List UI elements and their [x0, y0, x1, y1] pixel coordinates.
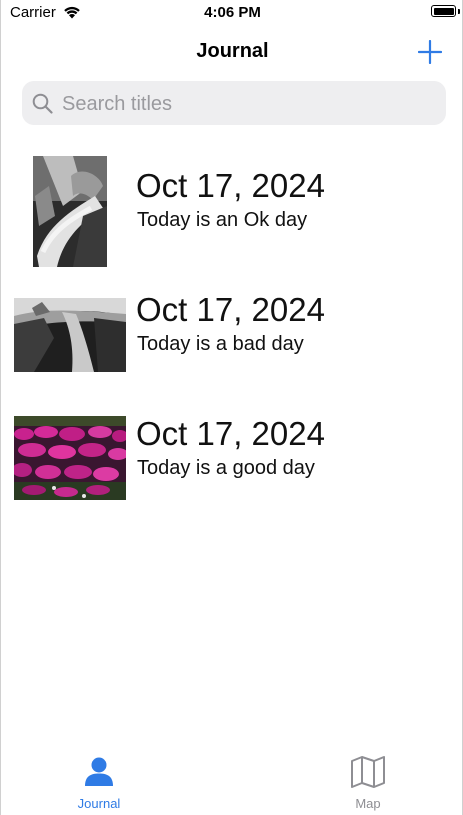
entry-text: Today is a bad day [137, 333, 304, 355]
journal-entry[interactable]: Oct 17, 2024 Today is an Ok day [1, 150, 463, 274]
entry-thumbnail [14, 298, 126, 372]
tab-map[interactable]: Map [308, 745, 428, 815]
entry-text: Today is an Ok day [137, 209, 308, 231]
entry-date: Oct 17, 2024 [136, 167, 325, 204]
page-title: Journal [196, 40, 269, 62]
tab-bar: Journal Map [1, 745, 463, 815]
battery-icon [431, 5, 456, 17]
search-input[interactable] [60, 81, 434, 127]
entry-thumbnail [33, 156, 107, 267]
entry-text: Today is a good day [137, 457, 315, 479]
plus-icon [417, 39, 443, 65]
clock-time: 4:06 PM [204, 4, 261, 21]
search-bar[interactable] [22, 81, 446, 127]
status-bar: Carrier 4:06 PM [1, 0, 463, 28]
journal-entry[interactable]: Oct 17, 2024 Today is a good day [1, 410, 463, 506]
tab-label: Journal [77, 796, 121, 811]
entry-thumbnail [14, 416, 126, 500]
battery-cap [458, 9, 460, 14]
add-entry-button[interactable] [417, 39, 443, 65]
map-icon [351, 756, 385, 788]
battery-level-fill [433, 7, 454, 15]
magnifying-glass-icon [32, 93, 53, 114]
entry-date: Oct 17, 2024 [136, 291, 325, 328]
journal-entry[interactable]: Oct 17, 2024 Today is a bad day [1, 290, 463, 380]
app-frame: Carrier 4:06 PM Journal Search titles Oc… [0, 0, 463, 815]
person-icon [85, 757, 113, 786]
entry-date: Oct 17, 2024 [136, 415, 325, 452]
tab-journal[interactable]: Journal [39, 745, 159, 815]
tab-label: Map [355, 796, 381, 811]
